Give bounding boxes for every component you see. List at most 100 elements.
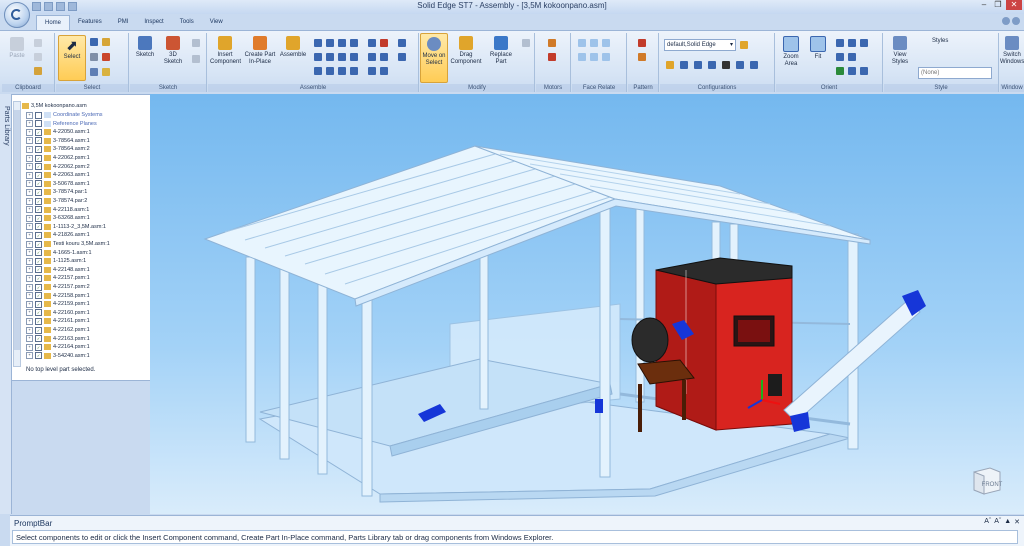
visibility-checkbox[interactable]: ✓: [35, 154, 42, 162]
relate-icon-13[interactable]: [368, 39, 376, 47]
configuration-dropdown[interactable]: default,Solid Edge ▾: [664, 39, 736, 51]
expand-icon[interactable]: +: [26, 343, 33, 351]
visibility-checkbox[interactable]: ✓: [35, 352, 42, 360]
tree-item[interactable]: + ✓ 4-22157.psm:2: [26, 283, 90, 291]
expand-icon[interactable]: +: [26, 171, 33, 179]
config-icon-6[interactable]: [736, 61, 744, 69]
expand-icon[interactable]: +: [26, 120, 33, 128]
pan-icon[interactable]: [848, 39, 856, 47]
relate-icon-1[interactable]: [314, 39, 322, 47]
tree-item[interactable]: + ✓ 4-22163.psm:1: [26, 335, 90, 343]
tab-tools[interactable]: Tools: [172, 15, 202, 30]
expand-icon[interactable]: +: [26, 266, 33, 274]
visibility-checkbox[interactable]: ✓: [35, 283, 42, 291]
config-icon-3[interactable]: [694, 61, 702, 69]
visibility-checkbox[interactable]: ✓: [35, 206, 42, 214]
minimize-ribbon-icon[interactable]: [1012, 17, 1020, 25]
relate-icon-11[interactable]: [338, 67, 346, 75]
scrollbar-thumb[interactable]: [14, 110, 20, 350]
switch-windows-button[interactable]: Switch Windows: [1000, 36, 1024, 66]
zone-icon[interactable]: [90, 68, 98, 76]
tree-item[interactable]: + ✓ 3-50678.asm:1: [26, 180, 90, 188]
expand-icon[interactable]: +: [26, 231, 33, 239]
face-relate-icon-3[interactable]: [602, 39, 610, 47]
sketch-option-2-icon[interactable]: [192, 55, 200, 63]
minimize-icon[interactable]: –: [978, 0, 990, 10]
expand-icon[interactable]: +: [26, 326, 33, 334]
tree-root[interactable]: 3,5M kokoonpano.asm: [22, 102, 87, 110]
view-cube[interactable]: FRONT: [970, 462, 1004, 496]
tab-view[interactable]: View: [202, 15, 231, 30]
face-relate-icon-1[interactable]: [578, 39, 586, 47]
named-views-icon[interactable]: [860, 67, 868, 75]
visibility-checkbox[interactable]: ✓: [35, 214, 42, 222]
relate-icon-8[interactable]: [350, 53, 358, 61]
help-icon[interactable]: [1002, 17, 1010, 25]
assemble-button[interactable]: Assemble: [278, 36, 308, 59]
tree-item[interactable]: + ✓ 4-22063.asm:1: [26, 171, 90, 179]
close-icon[interactable]: ✕: [1006, 0, 1022, 10]
visibility-checkbox[interactable]: ✓: [35, 335, 42, 343]
config-icon-1[interactable]: [666, 61, 674, 69]
visibility-checkbox[interactable]: ✓: [35, 326, 42, 334]
font-larger-icon[interactable]: Aˆ: [984, 518, 991, 526]
tree-item[interactable]: + ✓ 4-22159.psm:1: [26, 300, 90, 308]
mirror-icon[interactable]: [638, 53, 646, 61]
pathfinder-scrollbar[interactable]: [13, 101, 21, 367]
select-tool-icon[interactable]: [90, 38, 98, 46]
tree-item[interactable]: + ✓ 4-22164.psm:1: [26, 343, 90, 351]
configuration-settings-icon[interactable]: [740, 41, 748, 49]
simulate-motor-icon[interactable]: [548, 53, 556, 61]
sketch-view-icon[interactable]: [836, 53, 844, 61]
visibility-checkbox[interactable]: [35, 120, 42, 128]
select-filter-icon[interactable]: [102, 38, 110, 46]
expand-icon[interactable]: +: [26, 163, 33, 171]
styles-dropdown[interactable]: (None): [918, 67, 992, 79]
close-icon[interactable]: ✕: [1014, 518, 1020, 526]
face-relate-icon-4[interactable]: [578, 53, 586, 61]
expand-icon[interactable]: +: [26, 128, 33, 136]
tab-inspect[interactable]: Inspect: [136, 15, 171, 30]
visibility-checkbox[interactable]: ✓: [35, 249, 42, 257]
expand-icon[interactable]: +: [26, 197, 33, 205]
relate-icon-10[interactable]: [326, 67, 334, 75]
visibility-checkbox[interactable]: ✓: [35, 274, 42, 282]
sketch-button[interactable]: Sketch: [132, 36, 158, 59]
view-styles-button[interactable]: View Styles: [886, 36, 914, 66]
visibility-checkbox[interactable]: ✓: [35, 231, 42, 239]
refresh-icon[interactable]: [836, 67, 844, 75]
pattern-icon[interactable]: [638, 39, 646, 47]
config-icon-7[interactable]: [750, 61, 758, 69]
visibility-checkbox[interactable]: ✓: [35, 180, 42, 188]
zoom-icon[interactable]: [836, 39, 844, 47]
tree-item[interactable]: + ✓ Testi kouru 3,5M.asm:1: [26, 240, 110, 248]
expand-icon[interactable]: +: [26, 335, 33, 343]
expand-icon[interactable]: +: [26, 249, 33, 257]
expand-icon[interactable]: +: [26, 257, 33, 265]
relate-icon-19[interactable]: [398, 39, 406, 47]
format-painter-icon[interactable]: [34, 67, 42, 75]
tree-item[interactable]: + ✓ 1-1113-2_3,5M.asm:1: [26, 223, 106, 231]
visibility-checkbox[interactable]: ✓: [35, 188, 42, 196]
tree-item[interactable]: + ✓ 4-22161.psm:1: [26, 317, 90, 325]
expand-icon[interactable]: +: [26, 223, 33, 231]
expand-icon[interactable]: +: [26, 145, 33, 153]
visibility-checkbox[interactable]: ✓: [35, 309, 42, 317]
tree-item[interactable]: + ✓ 4-21826.asm:1: [26, 231, 90, 239]
tab-parts-library[interactable]: Parts Library: [1, 106, 10, 156]
tree-item[interactable]: + ✓ 4-22050.asm:1: [26, 128, 90, 136]
expand-icon[interactable]: +: [26, 137, 33, 145]
motor-icon[interactable]: [548, 39, 556, 47]
expand-icon[interactable]: +: [26, 214, 33, 222]
visibility-checkbox[interactable]: ✓: [35, 240, 42, 248]
move-on-select-button[interactable]: Move on Select: [420, 33, 448, 83]
tab-pmi[interactable]: PMI: [110, 15, 137, 30]
relate-icon-12[interactable]: [350, 67, 358, 75]
zoom-area-button[interactable]: Zoom Area: [778, 36, 804, 68]
expand-icon[interactable]: +: [26, 188, 33, 196]
expand-icon[interactable]: +: [26, 352, 33, 360]
pin-icon[interactable]: ▲: [1004, 518, 1011, 526]
relate-icon-20[interactable]: [398, 53, 406, 61]
font-smaller-icon[interactable]: Aˇ: [994, 518, 1001, 526]
relate-icon-5[interactable]: [314, 53, 322, 61]
